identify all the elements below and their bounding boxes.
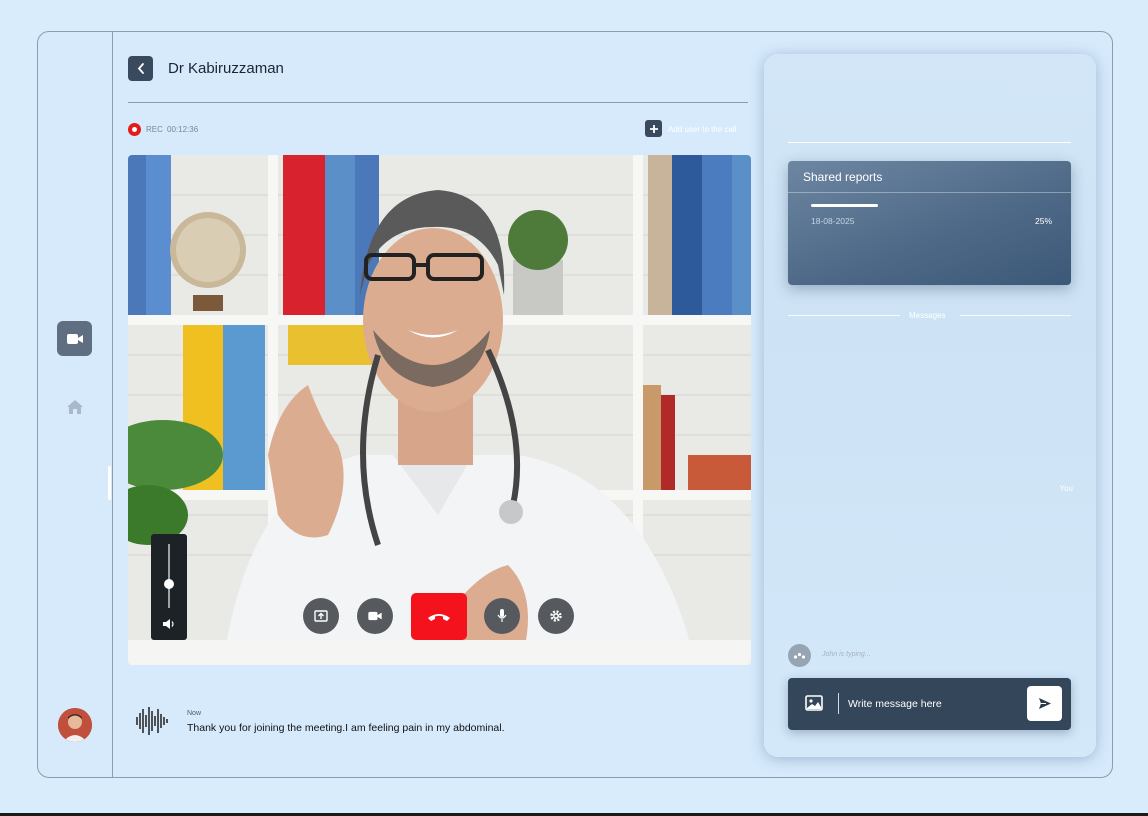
send-button[interactable] xyxy=(1027,686,1062,721)
composer-divider xyxy=(838,693,839,714)
share-screen-button[interactable] xyxy=(303,598,339,634)
recording-label: REC xyxy=(146,125,163,134)
add-user-label[interactable]: Add user to the call xyxy=(668,125,736,134)
share-screen-icon xyxy=(314,610,328,622)
toggle-video-button[interactable] xyxy=(357,598,393,634)
message-sender-you: You xyxy=(1059,484,1074,493)
message-input[interactable] xyxy=(848,692,1018,716)
attach-image-button[interactable] xyxy=(805,695,823,716)
reports-divider xyxy=(788,192,1071,193)
report-progress-fill xyxy=(811,204,879,207)
speaker-icon xyxy=(163,619,174,629)
plus-icon xyxy=(649,124,658,133)
doctor-video-image xyxy=(128,155,751,665)
microphone-button[interactable] xyxy=(484,598,520,634)
header-divider xyxy=(128,102,748,103)
user-avatar[interactable] xyxy=(58,708,92,742)
recording-icon xyxy=(128,123,141,136)
end-call-icon xyxy=(428,613,450,621)
typing-indicator-avatar xyxy=(788,644,811,667)
nav-home-button[interactable] xyxy=(67,400,83,414)
chevron-left-icon xyxy=(137,63,144,74)
microphone-icon xyxy=(497,609,507,622)
shared-reports-card: Shared reports 18-08-2025 25% xyxy=(788,161,1071,285)
sidebar-scroll-indicator xyxy=(108,466,111,500)
shared-reports-title: Shared reports xyxy=(803,170,883,184)
home-icon xyxy=(67,400,83,414)
transcript-timestamp: Now xyxy=(187,710,202,717)
volume-slider[interactable] xyxy=(151,534,187,640)
message-composer xyxy=(788,678,1071,730)
caller-name: Dr Kabiruzzaman xyxy=(168,60,284,77)
recording-timer: 00:12:36 xyxy=(167,125,199,134)
report-progress-bar xyxy=(811,204,1051,207)
avatar-image xyxy=(58,708,92,742)
image-icon xyxy=(805,695,823,711)
video-feed xyxy=(128,155,751,665)
gear-icon xyxy=(550,610,562,622)
add-user-button[interactable] xyxy=(645,120,662,137)
nav-video-call-button[interactable] xyxy=(57,321,92,356)
left-sidebar xyxy=(38,32,113,777)
typing-dots-icon xyxy=(793,652,806,659)
messages-section-label: Messages xyxy=(909,311,946,320)
transcript-text: Thank you for joining the meeting.I am f… xyxy=(187,722,505,734)
end-call-button[interactable] xyxy=(411,593,467,640)
settings-button[interactable] xyxy=(538,598,574,634)
volume-track[interactable] xyxy=(168,544,170,608)
video-camera-icon xyxy=(66,333,83,344)
app-window: Dr Kabiruzzaman REC 00:12:36 Add user to… xyxy=(37,31,1113,778)
report-progress-label: 25% xyxy=(1034,216,1052,226)
send-icon xyxy=(1038,698,1051,709)
audio-waveform-icon xyxy=(136,707,168,735)
typing-indicator-text: John is typing... xyxy=(822,651,871,658)
chat-side-panel: Shared reports 18-08-2025 25% Messages Y… xyxy=(764,54,1096,757)
messages-divider-left xyxy=(788,315,900,316)
video-camera-icon xyxy=(368,611,382,621)
panel-divider xyxy=(788,142,1071,143)
volume-knob[interactable] xyxy=(164,579,174,590)
messages-divider-right xyxy=(960,315,1071,316)
report-date: 18-08-2025 xyxy=(811,216,855,226)
back-button[interactable] xyxy=(128,56,153,81)
